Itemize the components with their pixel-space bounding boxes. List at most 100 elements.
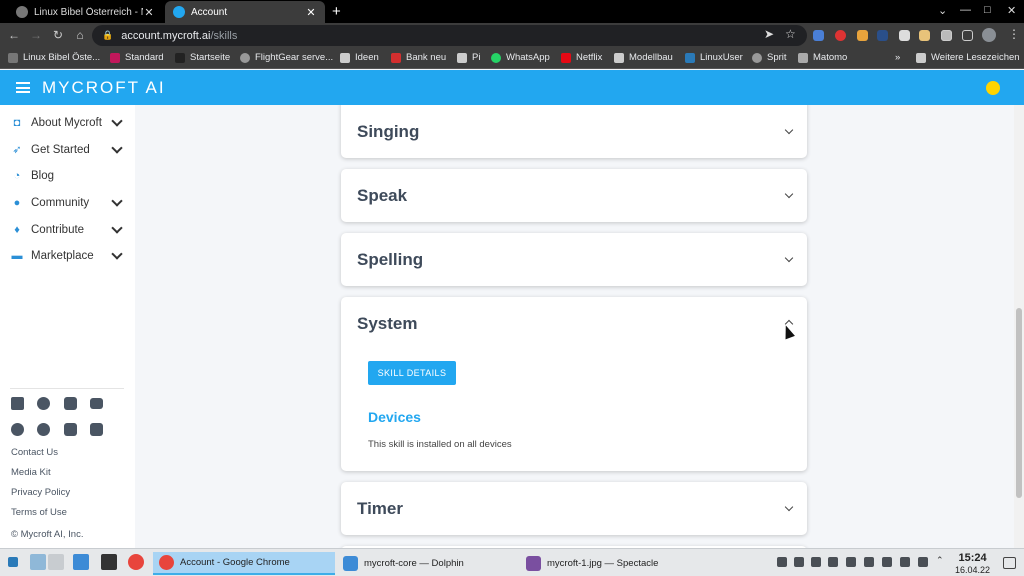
media-icon[interactable] bbox=[828, 557, 838, 567]
disk-icon[interactable] bbox=[846, 557, 856, 567]
volume-icon[interactable] bbox=[900, 557, 910, 567]
sidebar-item-label: About Mycroft bbox=[31, 117, 102, 129]
sidebar-item-marketplace[interactable]: ▬ Marketplace bbox=[0, 243, 135, 269]
tab-linux-bibel[interactable]: Linux Bibel Österreich - Neue ✕ bbox=[8, 1, 163, 23]
browser-toolbar: ← → ↻ ⌂ 🔒 account.mycroft.ai/skills ➤ ☆ … bbox=[0, 23, 1024, 48]
clock[interactable]: 15:24 16.04.22 bbox=[955, 552, 990, 576]
back-arrow-icon[interactable]: ← bbox=[6, 28, 22, 42]
skill-card-speak[interactable]: Speak bbox=[341, 169, 807, 222]
bookmark-item[interactable]: Pi bbox=[457, 52, 480, 63]
sidebar-item-contribute[interactable]: ♦ Contribute bbox=[0, 217, 135, 243]
privacy-policy-link[interactable]: Privacy Policy bbox=[11, 487, 70, 498]
forward-arrow-icon[interactable]: → bbox=[28, 28, 44, 42]
chart-extension-icon[interactable] bbox=[877, 30, 888, 41]
instagram-icon[interactable] bbox=[64, 397, 77, 410]
tab-search-chevron-icon[interactable]: ⌄ bbox=[938, 4, 947, 17]
account-avatar-icon[interactable] bbox=[986, 81, 1000, 95]
adblock-extension-icon[interactable] bbox=[835, 30, 846, 41]
sidebar-item-blog[interactable]: ◔ Blog bbox=[0, 163, 135, 189]
chevron-down-icon[interactable] bbox=[784, 125, 794, 135]
bookmark-item[interactable]: Ideen bbox=[340, 52, 379, 63]
bookmark-item[interactable]: Linux Bibel Öste... bbox=[8, 52, 100, 63]
menu-kebab-icon[interactable]: ⋮ bbox=[1008, 27, 1020, 41]
kde-connect-icon[interactable] bbox=[811, 557, 821, 567]
terminal-icon[interactable] bbox=[101, 554, 117, 570]
page-scrollbar[interactable] bbox=[1014, 105, 1024, 548]
other-bookmarks[interactable]: Weitere Lesezeichen bbox=[916, 52, 1020, 63]
scrollbar-thumb[interactable] bbox=[1016, 308, 1022, 498]
sidebar-item-get-started[interactable]: ➶ Get Started bbox=[0, 137, 135, 163]
bookmark-item[interactable]: LinuxUser bbox=[685, 52, 743, 63]
send-tab-icon[interactable]: ➤ bbox=[764, 27, 774, 41]
youtube-icon[interactable] bbox=[90, 398, 103, 409]
maximize-icon[interactable]: □ bbox=[984, 4, 991, 16]
chrome-icon[interactable] bbox=[128, 554, 144, 570]
bookmark-item[interactable]: Netflix bbox=[561, 52, 602, 63]
pager-desktop-1[interactable] bbox=[30, 554, 46, 570]
skill-card-singing[interactable]: Singing bbox=[341, 105, 807, 158]
close-tab-icon[interactable]: ✕ bbox=[143, 6, 155, 19]
tab-account[interactable]: Account ✕ bbox=[165, 1, 325, 23]
home-icon[interactable]: ⌂ bbox=[72, 28, 88, 42]
file-manager-icon[interactable] bbox=[73, 554, 89, 570]
bookmark-item[interactable]: Standard bbox=[110, 52, 164, 63]
updates-icon[interactable] bbox=[794, 557, 804, 567]
media-kit-link[interactable]: Media Kit bbox=[11, 467, 51, 478]
terms-of-use-link[interactable]: Terms of Use bbox=[11, 507, 67, 518]
bookmark-item[interactable]: Matomo bbox=[798, 52, 847, 63]
bookmark-item[interactable]: WhatsApp bbox=[491, 52, 550, 63]
bookmark-item[interactable]: Startseite bbox=[175, 52, 230, 63]
startseite-icon bbox=[175, 52, 185, 63]
tray-expand-icon[interactable]: ⌃ bbox=[936, 555, 946, 565]
minimize-icon[interactable]: — bbox=[960, 4, 971, 16]
reload-icon[interactable]: ↻ bbox=[50, 28, 66, 42]
skill-card-system[interactable]: System SKILL DETAILS Devices This skill … bbox=[341, 297, 807, 471]
twitter-icon[interactable] bbox=[11, 397, 24, 410]
mastodon-icon[interactable] bbox=[90, 423, 103, 436]
telegram-icon[interactable] bbox=[11, 423, 24, 436]
linkedin-icon[interactable] bbox=[64, 423, 77, 436]
wifi-icon[interactable] bbox=[918, 557, 928, 567]
translate-extension-icon[interactable] bbox=[813, 30, 824, 41]
clipboard-icon[interactable] bbox=[777, 557, 787, 567]
show-desktop-icon[interactable] bbox=[1003, 557, 1016, 569]
battery-icon[interactable] bbox=[882, 557, 892, 567]
contact-us-link[interactable]: Contact Us bbox=[11, 447, 58, 458]
bookmark-item[interactable]: Modellbau bbox=[614, 52, 673, 63]
address-bar[interactable]: 🔒 account.mycroft.ai/skills bbox=[92, 25, 807, 46]
chevron-down-icon[interactable] bbox=[784, 502, 794, 512]
pager-desktop-2[interactable] bbox=[48, 554, 64, 570]
bookmark-item[interactable]: FlightGear serve... bbox=[240, 52, 333, 63]
skill-card-spelling[interactable]: Spelling bbox=[341, 233, 807, 286]
hamburger-menu-icon[interactable] bbox=[16, 82, 30, 93]
shield-extension-icon[interactable] bbox=[899, 30, 910, 41]
mycroft-logo[interactable]: MYCROFT AI bbox=[42, 78, 166, 98]
close-window-icon[interactable]: ✕ bbox=[1007, 4, 1016, 17]
application-launcher-icon[interactable] bbox=[8, 557, 18, 567]
new-tab-plus-icon[interactable]: + bbox=[332, 3, 341, 20]
sidebar-item-about-mycroft[interactable]: ◘ About Mycroft bbox=[0, 110, 135, 136]
facebook-icon[interactable] bbox=[37, 397, 50, 410]
bookmark-star-icon[interactable]: ☆ bbox=[785, 27, 796, 41]
bookmark-item[interactable]: Sprit bbox=[752, 52, 787, 63]
bluetooth-icon[interactable] bbox=[864, 557, 874, 567]
bookmarks-overflow[interactable]: » bbox=[895, 52, 900, 63]
task-dolphin[interactable]: mycroft-core — Dolphin bbox=[337, 552, 517, 575]
bank-icon bbox=[391, 52, 401, 63]
bottle-extension-icon[interactable] bbox=[919, 30, 930, 41]
bookmark-item[interactable]: Bank neu bbox=[391, 52, 446, 63]
close-tab-icon[interactable]: ✕ bbox=[305, 6, 317, 19]
puzzle-extensions-icon[interactable] bbox=[941, 30, 952, 41]
reddit-icon[interactable] bbox=[37, 423, 50, 436]
side-panel-icon[interactable] bbox=[962, 30, 973, 41]
rocket-icon: ➶ bbox=[12, 144, 22, 156]
profile-avatar[interactable] bbox=[982, 28, 996, 42]
chevron-down-icon[interactable] bbox=[784, 189, 794, 199]
sidebar-item-community[interactable]: ● Community bbox=[0, 190, 135, 216]
task-chrome[interactable]: Account - Google Chrome bbox=[153, 552, 335, 575]
chevron-down-icon[interactable] bbox=[784, 253, 794, 263]
task-spectacle[interactable]: mycroft-1.jpg — Spectacle bbox=[520, 552, 720, 575]
skill-card-timer[interactable]: Timer bbox=[341, 482, 807, 535]
skill-details-button[interactable]: SKILL DETAILS bbox=[368, 361, 456, 385]
color-extension-icon[interactable] bbox=[857, 30, 868, 41]
